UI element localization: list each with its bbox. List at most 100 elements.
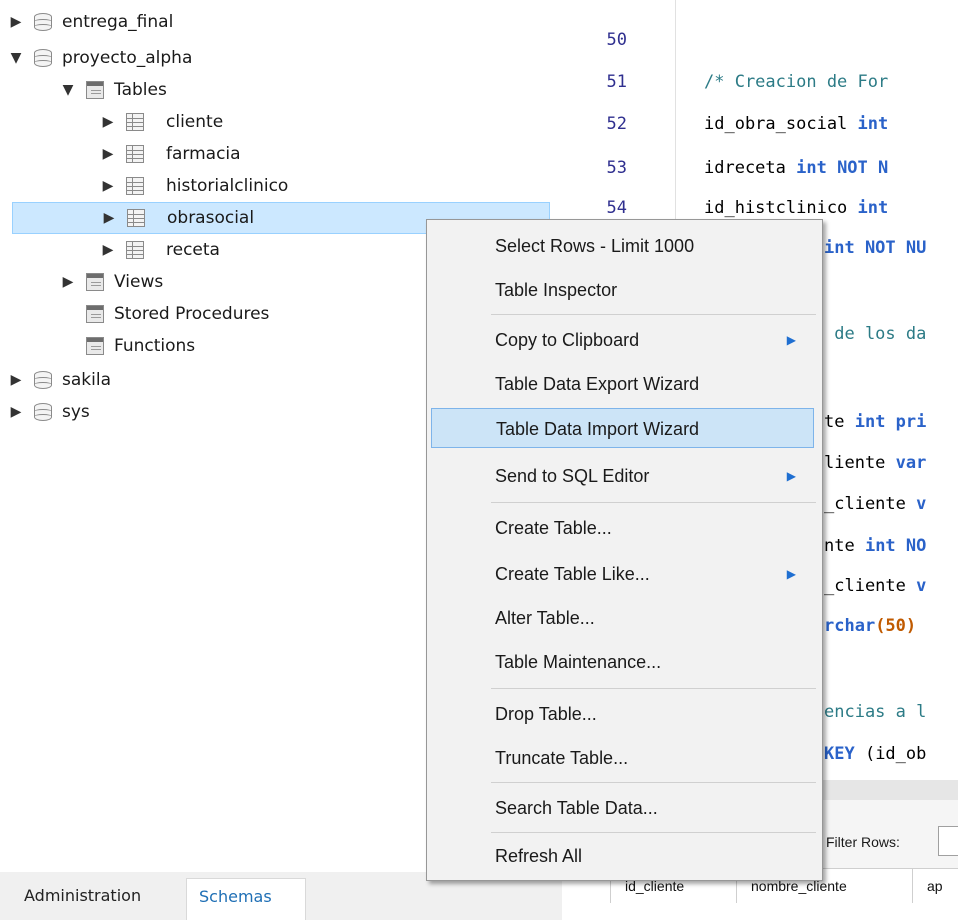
code-keyword: int: [857, 114, 889, 134]
submenu-arrow-icon: ▶: [786, 567, 796, 581]
table-context-menu: Select Rows - Limit 1000 Table Inspector…: [426, 219, 823, 881]
expand-arrow-icon[interactable]: ▶: [100, 106, 116, 138]
submenu-arrow-icon: ▶: [786, 469, 796, 483]
menu-item-label: Alter Table...: [495, 608, 595, 628]
code-identifier: idreceta: [704, 158, 797, 178]
code-identifier: te: [824, 412, 855, 432]
menu-item-refresh-all[interactable]: Refresh All: [431, 836, 818, 876]
tab-schemas[interactable]: Schemas: [186, 878, 306, 920]
expand-arrow-icon[interactable]: ▶: [8, 364, 24, 396]
code-identifier: _cliente: [824, 494, 917, 514]
line-number: 52: [606, 114, 627, 134]
menu-item-send-to-sql-editor[interactable]: Send to SQL Editor ▶: [431, 456, 818, 496]
code-identifier: (id_ob: [854, 744, 927, 764]
database-icon: [34, 403, 52, 421]
stored-procedures-icon: [86, 305, 104, 323]
code-identifier: _cliente: [824, 576, 917, 596]
expand-arrow-icon[interactable]: ▶: [101, 202, 117, 234]
menu-separator: [491, 314, 816, 315]
schema-item-sakila[interactable]: ▶ sakila: [0, 364, 430, 396]
tab-administration[interactable]: Administration: [12, 878, 153, 914]
menu-item-table-inspector[interactable]: Table Inspector: [431, 270, 818, 310]
expand-arrow-icon[interactable]: ▶: [100, 170, 116, 202]
menu-item-label: Truncate Table...: [495, 748, 629, 768]
functions-icon: [86, 337, 104, 355]
code-keyword: int NOT N: [796, 158, 889, 178]
menu-item-label: Search Table Data...: [495, 798, 658, 818]
collapse-arrow-icon[interactable]: ▼: [8, 42, 24, 74]
menu-separator: [491, 502, 816, 503]
menu-item-truncate-table[interactable]: Truncate Table...: [431, 738, 818, 778]
table-icon: [126, 113, 144, 131]
code-identifier: id_histclinico: [704, 198, 858, 218]
code-keyword: int NOT NU: [824, 238, 927, 258]
code-fragment: KEY (id_ob: [824, 734, 926, 774]
menu-item-select-rows[interactable]: Select Rows - Limit 1000: [431, 226, 818, 266]
menu-item-copy-to-clipboard[interactable]: Copy to Clipboard ▶: [431, 320, 818, 360]
menu-item-table-maintenance[interactable]: Table Maintenance...: [431, 642, 818, 682]
code-keyword: int pri: [854, 412, 927, 432]
menu-item-alter-table[interactable]: Alter Table...: [431, 598, 818, 638]
views-folder-icon: [86, 273, 104, 291]
code-line: id_obra_social int: [704, 104, 888, 144]
stored-procedures-label: Stored Procedures: [114, 304, 270, 324]
menu-item-label: Copy to Clipboard: [495, 330, 640, 350]
table-item-farmacia[interactable]: ▶ farmacia: [0, 138, 560, 170]
table-label: historialclinico: [166, 176, 289, 196]
schema-label: sys: [62, 402, 90, 422]
code-keyword: KEY: [824, 744, 855, 764]
code-fragment: _cliente v: [824, 484, 926, 524]
table-item-historialclinico[interactable]: ▶ historialclinico: [0, 170, 560, 202]
functions-label: Functions: [114, 336, 196, 356]
menu-item-label: Create Table Like...: [495, 564, 650, 584]
table-item-receta[interactable]: ▶ receta: [0, 234, 430, 266]
filter-rows-input[interactable]: [938, 826, 958, 856]
menu-item-search-table-data[interactable]: Search Table Data...: [431, 788, 818, 828]
table-label: cliente: [166, 112, 224, 132]
menu-item-label: Create Table...: [495, 518, 612, 538]
code-identifier: nte: [824, 536, 865, 556]
expand-arrow-icon[interactable]: ▶: [8, 6, 24, 38]
menu-item-export-wizard[interactable]: Table Data Export Wizard: [431, 364, 818, 404]
menu-separator: [491, 688, 816, 689]
menu-item-create-table[interactable]: Create Table...: [431, 508, 818, 548]
menu-item-drop-table[interactable]: Drop Table...: [431, 694, 818, 734]
filter-rows-label: Filter Rows:: [826, 834, 900, 850]
menu-item-import-wizard[interactable]: Table Data Import Wizard: [431, 408, 814, 448]
expand-arrow-icon[interactable]: ▶: [8, 396, 24, 428]
schema-item-entrega-final[interactable]: ▶ entrega_final: [0, 6, 560, 38]
code-keyword: v: [916, 494, 927, 514]
views-folder-label: Views: [114, 272, 164, 292]
menu-item-label: Table Data Import Wizard: [496, 419, 700, 439]
stored-procedures-folder[interactable]: Stored Procedures: [0, 298, 430, 330]
menu-separator: [491, 832, 816, 833]
menu-separator: [491, 782, 816, 783]
database-icon: [34, 13, 52, 31]
expand-arrow-icon[interactable]: ▶: [60, 266, 76, 298]
code-number: (50): [875, 616, 917, 636]
menu-item-label: Select Rows - Limit 1000: [495, 236, 695, 256]
code-fragment: rchar(50): [824, 606, 916, 646]
expand-arrow-icon[interactable]: ▶: [100, 138, 116, 170]
table-icon: [126, 177, 144, 195]
expand-arrow-icon[interactable]: ▶: [100, 234, 116, 266]
code-line: idreceta int NOT N: [704, 148, 888, 188]
tables-folder-label: Tables: [114, 80, 167, 100]
collapse-arrow-icon[interactable]: ▼: [60, 74, 76, 106]
table-icon: [126, 145, 144, 163]
menu-item-label: Table Maintenance...: [495, 652, 662, 672]
table-label: receta: [166, 240, 220, 260]
views-folder[interactable]: ▶ Views: [0, 266, 430, 298]
column-header[interactable]: ap: [912, 869, 958, 903]
menu-item-label: Send to SQL Editor: [495, 466, 650, 486]
database-icon: [34, 49, 52, 67]
tables-folder[interactable]: ▼ Tables: [0, 74, 560, 106]
schema-item-sys[interactable]: ▶ sys: [0, 396, 430, 428]
menu-item-create-table-like[interactable]: Create Table Like... ▶: [431, 554, 818, 594]
table-item-cliente[interactable]: ▶ cliente: [0, 106, 560, 138]
functions-folder[interactable]: Functions: [0, 330, 430, 362]
tables-folder-icon: [86, 81, 104, 99]
schema-item-proyecto-alpha[interactable]: ▼ proyecto_alpha: [0, 42, 560, 74]
code-fragment: _cliente v: [824, 566, 926, 606]
schema-label: proyecto_alpha: [62, 48, 193, 68]
